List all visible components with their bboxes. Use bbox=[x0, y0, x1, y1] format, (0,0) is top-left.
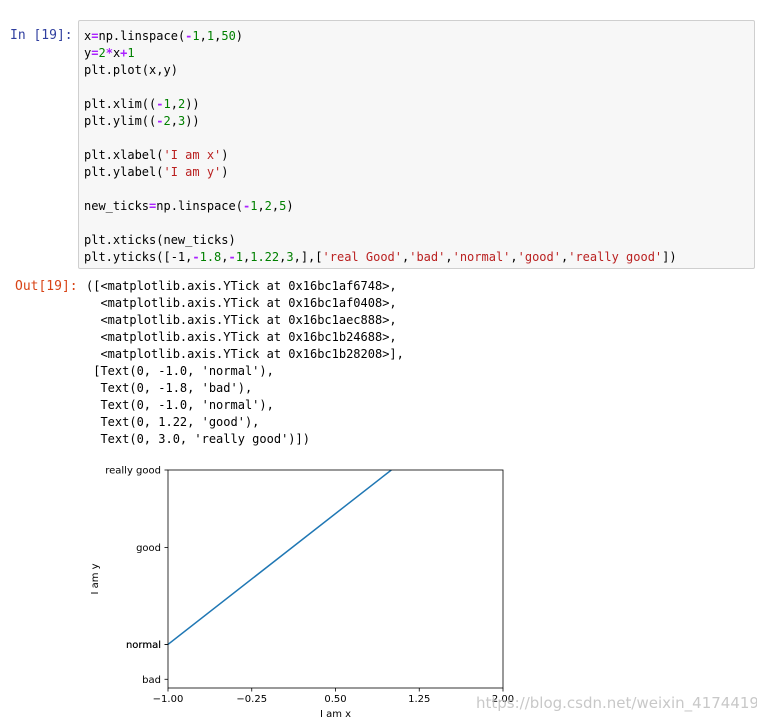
code-token: 'really good' bbox=[568, 250, 663, 264]
code-line: plt.xlabel('I am x') bbox=[84, 148, 229, 162]
code-token: 1.8 bbox=[199, 250, 222, 264]
code-token: 'normal' bbox=[452, 250, 511, 264]
output-line: Text(0, -1.8, 'bad'), bbox=[86, 381, 253, 395]
code-token: 3 bbox=[286, 250, 294, 264]
code-token: 2 bbox=[264, 199, 272, 213]
code-line: new_ticks=np.linspace(-1,2,5) bbox=[84, 199, 294, 213]
output-line: Text(0, 1.22, 'good'), bbox=[86, 415, 260, 429]
code-token: 'bad' bbox=[409, 250, 446, 264]
code-line: plt.yticks([-1,-1.8,-1,1.22,3,],['real G… bbox=[84, 250, 677, 264]
code-line: plt.xlim((-1,2)) bbox=[84, 97, 200, 111]
output-line: <matplotlib.axis.YTick at 0x16bc1b24688>… bbox=[86, 330, 397, 344]
code-line: plt.xticks(new_ticks) bbox=[84, 233, 236, 247]
code-token: 1 bbox=[127, 46, 135, 60]
code-token: np.linspace( bbox=[156, 199, 243, 213]
code-token: 1 bbox=[163, 97, 171, 111]
output-line: <matplotlib.axis.YTick at 0x16bc1aec888>… bbox=[86, 313, 397, 327]
line-plot: −1.00 −0.25 0.50 1.25 2.00 normalbadnormalgo… bbox=[90, 466, 514, 721]
code-token: ) bbox=[286, 199, 294, 213]
code-token: , bbox=[221, 250, 229, 264]
code-token: plt.xlim(( bbox=[84, 97, 157, 111]
code-token: ,],[ bbox=[293, 250, 323, 264]
code-token: - bbox=[228, 250, 236, 264]
y-tick-label: good bbox=[136, 543, 161, 554]
y-tick-label: bad bbox=[142, 675, 161, 686]
code-token: )) bbox=[185, 97, 200, 111]
output-line: <matplotlib.axis.YTick at 0x16bc1b28208>… bbox=[86, 347, 404, 361]
output-line: <matplotlib.axis.YTick at 0x16bc1af0408>… bbox=[86, 296, 397, 310]
x-tick-label: −1.00 bbox=[153, 694, 184, 705]
code-token: 50 bbox=[221, 29, 236, 43]
code-token: ) bbox=[221, 148, 229, 162]
watermark: https://blog.csdn.net/weixin_41744192 bbox=[476, 694, 757, 712]
code-token: ) bbox=[235, 29, 244, 43]
code-token: , bbox=[170, 114, 178, 128]
code-token: plt.ylabel( bbox=[84, 165, 164, 179]
y-axis-label: I am y bbox=[90, 563, 101, 594]
output-line: Text(0, 3.0, 'really good')]) bbox=[86, 432, 310, 446]
y-tick-label: really good bbox=[105, 466, 161, 477]
code-token: plt.yticks([-1, bbox=[84, 250, 193, 264]
code-token: 1 bbox=[192, 29, 200, 43]
code-token: ]) bbox=[662, 250, 677, 264]
x-axis-ticks: −1.00 −0.25 0.50 1.25 2.00 bbox=[153, 688, 514, 705]
code-token: np.linspace( bbox=[98, 29, 186, 43]
code-token: 2 bbox=[163, 114, 171, 128]
x-tick-label: 1.25 bbox=[408, 694, 430, 705]
code-line: y=2*x+1 bbox=[84, 46, 135, 60]
code-token: 'I am y' bbox=[163, 165, 222, 179]
output-line: Text(0, -1.0, 'normal'), bbox=[86, 398, 274, 412]
code-token: - bbox=[192, 250, 200, 264]
code-token: plt.ylim(( bbox=[84, 114, 157, 128]
code-token: , bbox=[199, 29, 207, 43]
code-line: plt.ylabel('I am y') bbox=[84, 165, 229, 179]
code-token: plt.xticks(new_ticks) bbox=[84, 233, 236, 247]
input-prompt: In [19]: bbox=[10, 28, 73, 43]
code-token: )) bbox=[185, 114, 200, 128]
code-token: 'I am x' bbox=[163, 148, 222, 162]
y-tick-label: normal bbox=[126, 640, 161, 651]
code-token: 1 bbox=[235, 250, 243, 264]
x-axis-label: I am x bbox=[320, 709, 351, 720]
y-axis-ticks: normalbadnormalgoodreally good bbox=[105, 466, 168, 686]
output-prompt: Out[19]: bbox=[15, 279, 78, 294]
code-token: plt.xlabel( bbox=[84, 148, 164, 162]
output-line: [Text(0, -1.0, 'normal'), bbox=[86, 364, 274, 378]
code-cell-input[interactable]: x=np.linspace(-1,1,50) y=2*x+1 plt.plot(… bbox=[78, 20, 755, 269]
code-line: x=np.linspace(-1,1,50) bbox=[84, 29, 243, 43]
x-tick-label: −0.25 bbox=[236, 694, 267, 705]
code-line: plt.ylim((-2,3)) bbox=[84, 114, 200, 128]
code-token: 'good' bbox=[517, 250, 561, 264]
x-tick-label: 0.50 bbox=[324, 694, 346, 705]
code-token: new_ticks bbox=[84, 199, 150, 213]
code-token: * bbox=[105, 46, 113, 60]
code-token: plt.plot(x,y) bbox=[84, 63, 178, 77]
code-editor[interactable]: x=np.linspace(-1,1,50) y=2*x+1 plt.plot(… bbox=[84, 28, 677, 266]
output-line: ([<matplotlib.axis.YTick at 0x16bc1af674… bbox=[86, 279, 397, 293]
code-token: 2 bbox=[98, 46, 106, 60]
code-token: , bbox=[170, 97, 178, 111]
code-token: , bbox=[445, 250, 453, 264]
code-token: ) bbox=[221, 165, 229, 179]
code-line: plt.plot(x,y) bbox=[84, 63, 178, 77]
code-token: , bbox=[257, 199, 265, 213]
plot-area bbox=[168, 470, 503, 688]
cell-output-text: ([<matplotlib.axis.YTick at 0x16bc1af674… bbox=[86, 278, 404, 448]
code-token: 1.22 bbox=[250, 250, 280, 264]
code-token: 'real Good' bbox=[322, 250, 402, 264]
code-token: , bbox=[510, 250, 518, 264]
